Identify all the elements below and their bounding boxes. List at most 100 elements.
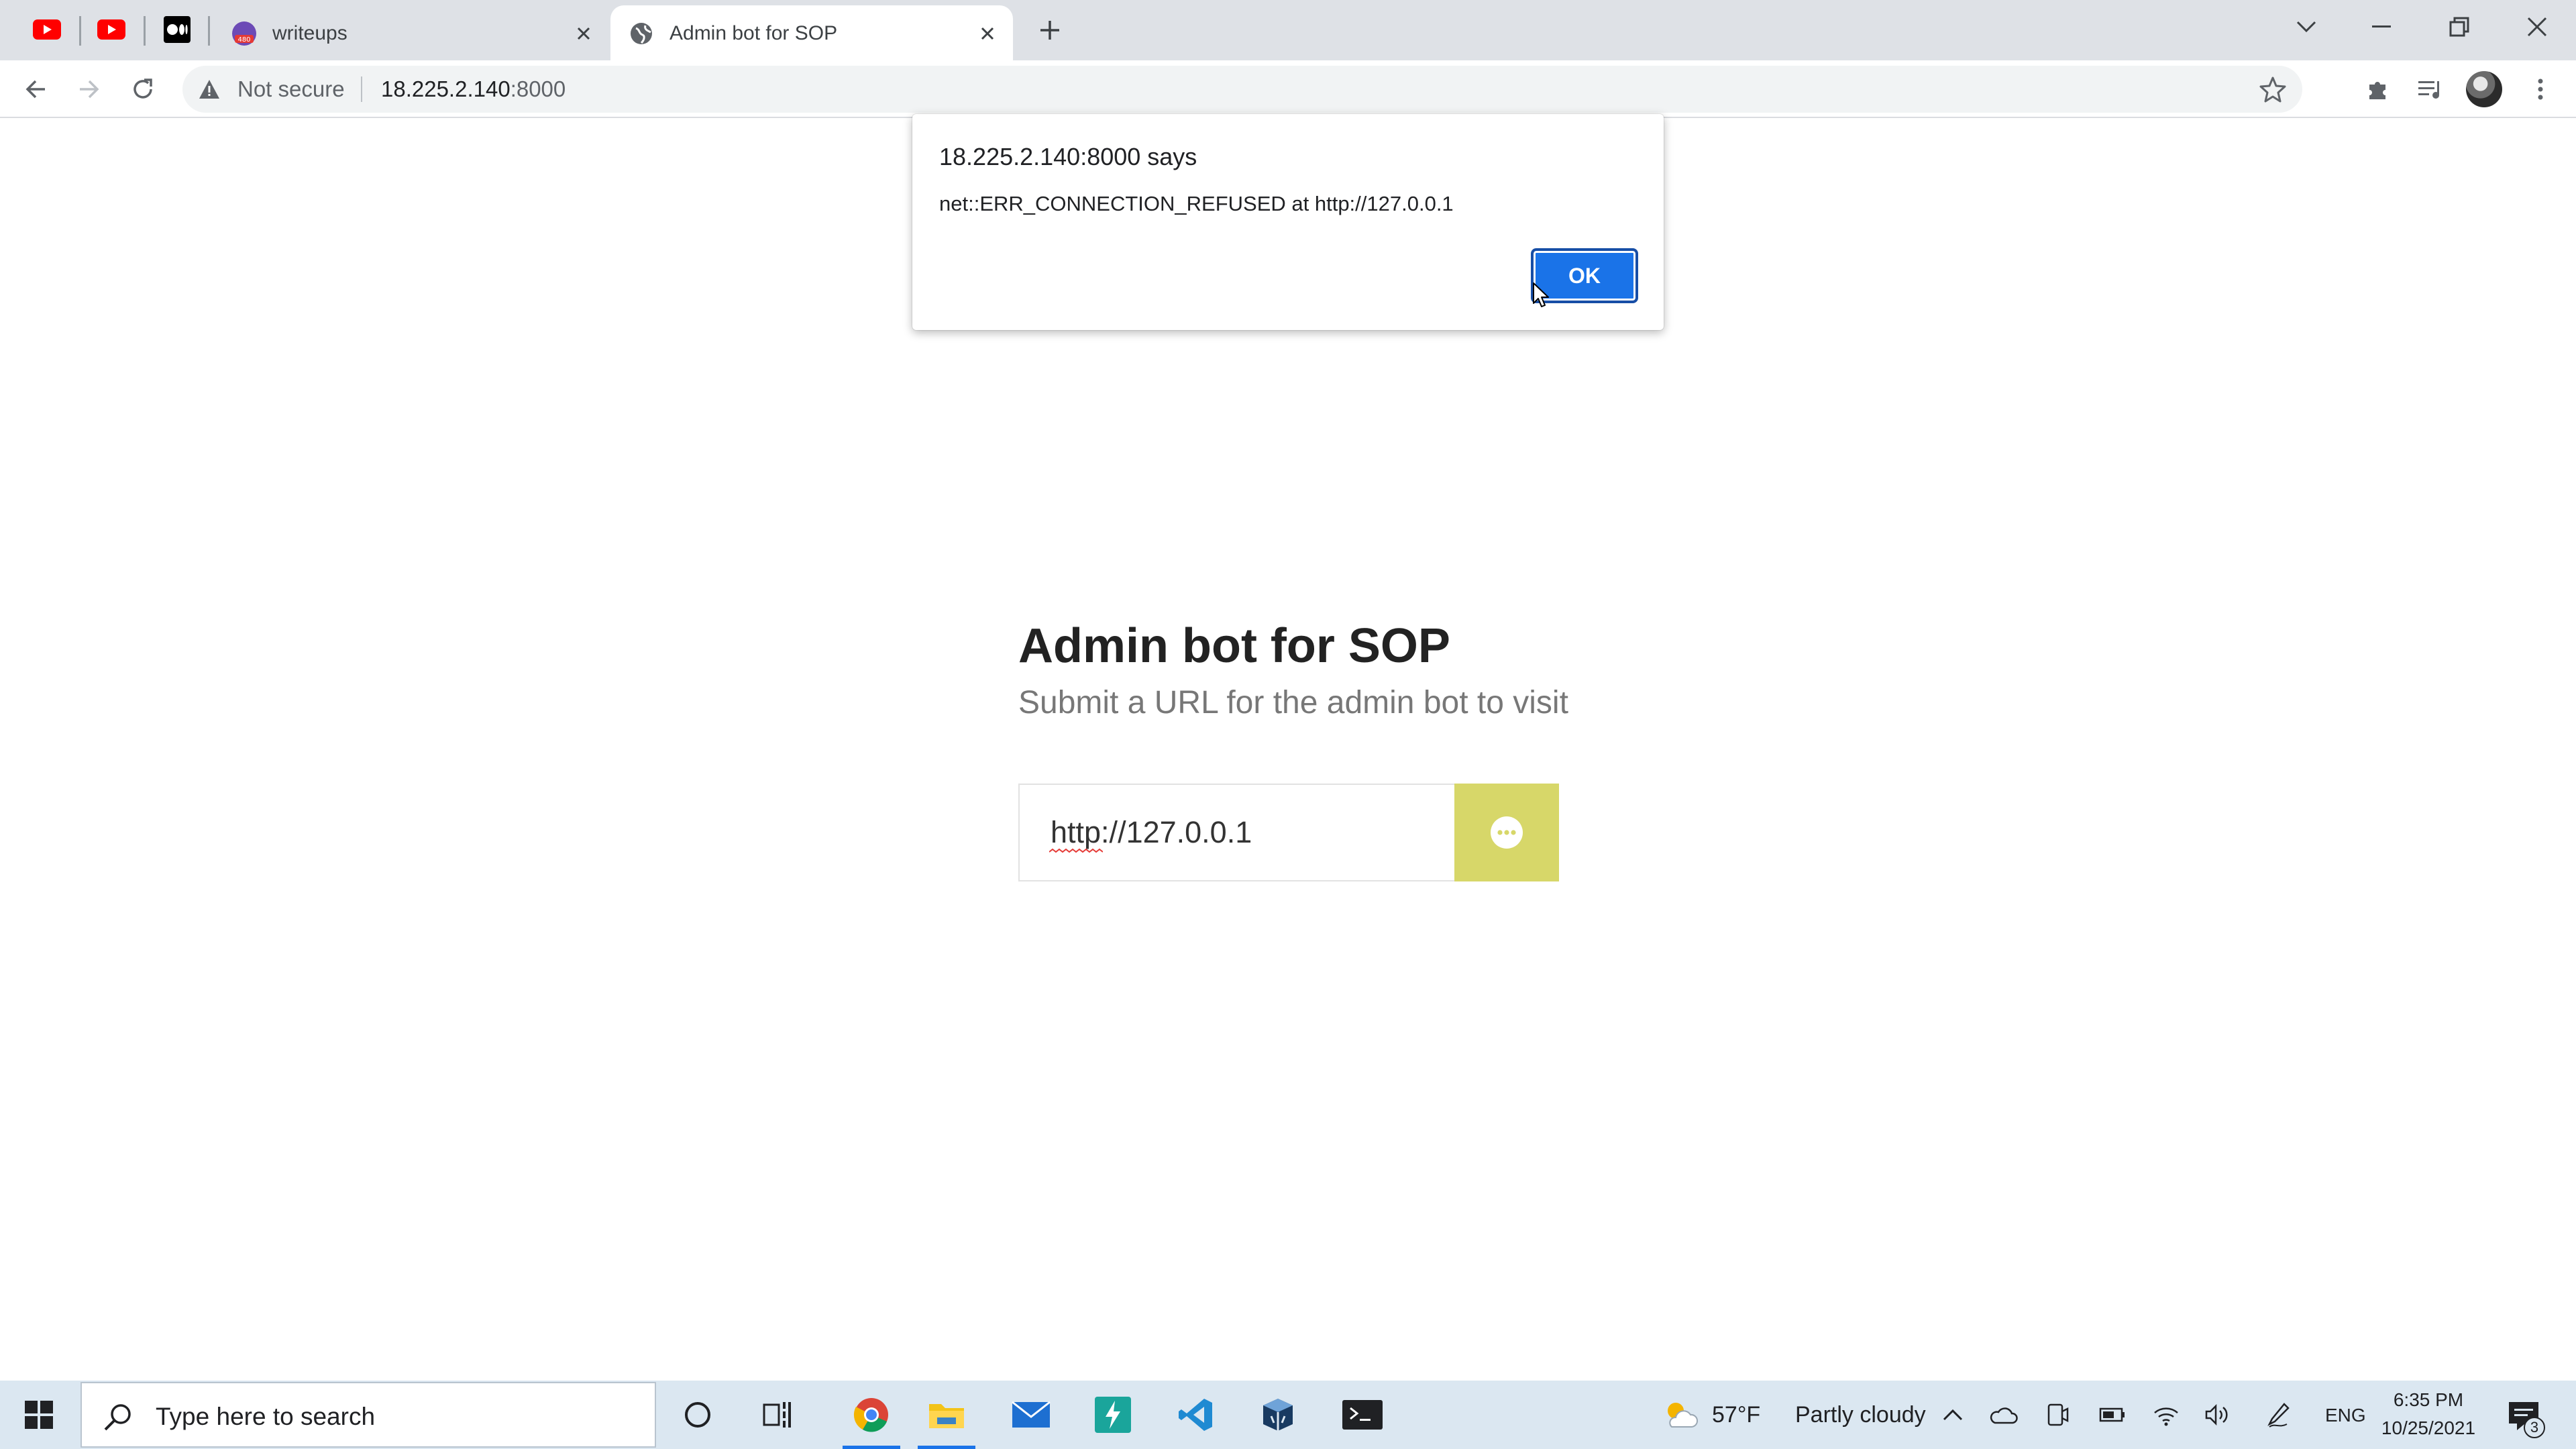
- tab-title: writeups: [272, 22, 347, 44]
- show-hidden-icons-button[interactable]: [1936, 1381, 1970, 1449]
- start-button[interactable]: [0, 1381, 78, 1449]
- taskbar-virtualbox[interactable]: [1242, 1381, 1313, 1449]
- restore-icon: [2449, 17, 2469, 37]
- bookmark-star-icon[interactable]: [2259, 76, 2286, 103]
- pen-workspace-tray[interactable]: [2262, 1381, 2296, 1449]
- writeups-favicon-icon: 480: [232, 21, 256, 46]
- url-submit-form: [1018, 784, 1559, 881]
- tab-separator: [208, 16, 210, 46]
- weather-description[interactable]: Partly cloudy: [1795, 1401, 1926, 1429]
- media-queue-icon: [2418, 81, 2439, 99]
- taskbar-search-box[interactable]: Type here to search: [80, 1382, 656, 1448]
- arrow-right-icon: [80, 80, 99, 99]
- task-view-button[interactable]: [751, 1381, 805, 1449]
- media-control-button[interactable]: [2414, 72, 2447, 106]
- vscode-icon: [1179, 1399, 1212, 1431]
- url-input[interactable]: [1018, 784, 1454, 881]
- cortana-button[interactable]: [671, 1381, 724, 1449]
- battery-icon: [2099, 1407, 2125, 1422]
- url-host: 18.225.2.140: [381, 76, 511, 101]
- submit-button[interactable]: [1454, 784, 1559, 881]
- close-icon: [2527, 17, 2547, 37]
- cortana-icon: [685, 1402, 710, 1428]
- battery-tray[interactable]: [2096, 1381, 2129, 1449]
- windows-taskbar: Type here to search 57°F Partly cloudy E…: [0, 1381, 2576, 1449]
- chevron-up-icon: [1943, 1409, 1963, 1421]
- pinned-tab-medium[interactable]: [157, 12, 197, 47]
- youtube-icon: [33, 19, 61, 40]
- taskbar-vscode[interactable]: [1161, 1381, 1232, 1449]
- notification-count-badge: 3: [2524, 1417, 2545, 1438]
- lightning-icon: [1095, 1397, 1131, 1433]
- page-title: Admin bot for SOP: [1018, 619, 1450, 673]
- tab-separator: [144, 16, 146, 46]
- profile-avatar[interactable]: [2466, 71, 2502, 107]
- address-bar[interactable]: Not secure 18.225.2.140:8000: [182, 66, 2302, 113]
- reload-icon: [133, 78, 152, 99]
- taskbar-chrome[interactable]: [836, 1381, 907, 1449]
- taskbar-file-explorer[interactable]: [911, 1381, 982, 1449]
- windows-logo-icon: [25, 1401, 53, 1429]
- forward-button[interactable]: [72, 72, 106, 106]
- minimize-icon: [2372, 25, 2391, 28]
- medium-icon: [164, 16, 191, 43]
- meet-now-tray[interactable]: [2041, 1381, 2074, 1449]
- search-icon: [104, 1404, 131, 1431]
- address-divider: [361, 76, 362, 102]
- chrome-icon: [853, 1398, 888, 1432]
- pen-icon: [2267, 1403, 2290, 1428]
- pinned-tab-youtube[interactable]: [27, 12, 67, 47]
- input-language[interactable]: ENG: [2325, 1403, 2366, 1428]
- reload-button[interactable]: [126, 72, 160, 106]
- search-placeholder: Type here to search: [156, 1403, 376, 1430]
- tab-strip: 480 writeups Admin bot for SOP: [0, 0, 2576, 60]
- volume-tray[interactable]: [2200, 1381, 2234, 1449]
- minimize-button[interactable]: [2355, 7, 2408, 47]
- extensions-button[interactable]: [2361, 72, 2395, 106]
- taskbar-mail[interactable]: [996, 1381, 1067, 1449]
- active-indicator: [843, 1446, 900, 1449]
- clock-date[interactable]: 10/25/2021: [2375, 1415, 2482, 1441]
- partly-cloudy-icon: [1668, 1403, 1698, 1428]
- url-text[interactable]: 18.225.2.140:8000: [381, 76, 566, 103]
- active-indicator: [918, 1446, 975, 1449]
- taskbar-power-automate[interactable]: [1077, 1381, 1148, 1449]
- mouse-cursor-icon: [1533, 282, 1549, 307]
- mail-icon: [1012, 1401, 1051, 1428]
- browser-toolbar: Not secure 18.225.2.140:8000: [0, 60, 2576, 118]
- chat-dots-icon: [1491, 816, 1523, 849]
- warning-icon: [199, 80, 219, 99]
- tab-writeups[interactable]: 480 writeups: [213, 5, 609, 60]
- tab-close-button[interactable]: [570, 20, 597, 47]
- tab-title: Admin bot for SOP: [669, 22, 838, 44]
- security-status[interactable]: Not secure: [237, 76, 345, 103]
- terminal-icon: [1342, 1400, 1383, 1430]
- back-button[interactable]: [19, 72, 52, 106]
- more-vertical-icon: [2538, 78, 2543, 100]
- weather-widget-icon[interactable]: [1657, 1381, 1704, 1449]
- new-tab-button[interactable]: [1033, 13, 1067, 47]
- taskbar-terminal[interactable]: [1327, 1381, 1398, 1449]
- youtube-icon: [97, 19, 125, 40]
- tab-search-button[interactable]: [2279, 7, 2333, 47]
- weather-temperature[interactable]: 57°F: [1712, 1401, 1760, 1429]
- url-port: :8000: [510, 76, 566, 101]
- arrow-left-icon: [25, 80, 45, 99]
- folder-icon: [929, 1404, 964, 1428]
- dialog-title: 18.225.2.140:8000 says: [939, 143, 1197, 170]
- onedrive-tray[interactable]: [1987, 1381, 2021, 1449]
- spellcheck-underline: [1049, 848, 1103, 853]
- camera-icon: [2047, 1403, 2069, 1426]
- wifi-tray[interactable]: [2149, 1381, 2183, 1449]
- pinned-tab-youtube-2[interactable]: [91, 12, 131, 47]
- tab-admin-bot[interactable]: Admin bot for SOP: [610, 5, 1013, 60]
- tab-separator: [79, 16, 81, 46]
- restore-button[interactable]: [2432, 7, 2486, 47]
- puzzle-icon: [2369, 82, 2385, 99]
- plus-icon: [1040, 21, 1059, 40]
- close-window-button[interactable]: [2510, 7, 2564, 47]
- clock-time[interactable]: 6:35 PM: [2375, 1387, 2482, 1413]
- tab-close-button[interactable]: [974, 20, 1001, 47]
- alert-dialog: 18.225.2.140:8000 says net::ERR_CONNECTI…: [912, 114, 1664, 330]
- browser-menu-button[interactable]: [2524, 72, 2557, 106]
